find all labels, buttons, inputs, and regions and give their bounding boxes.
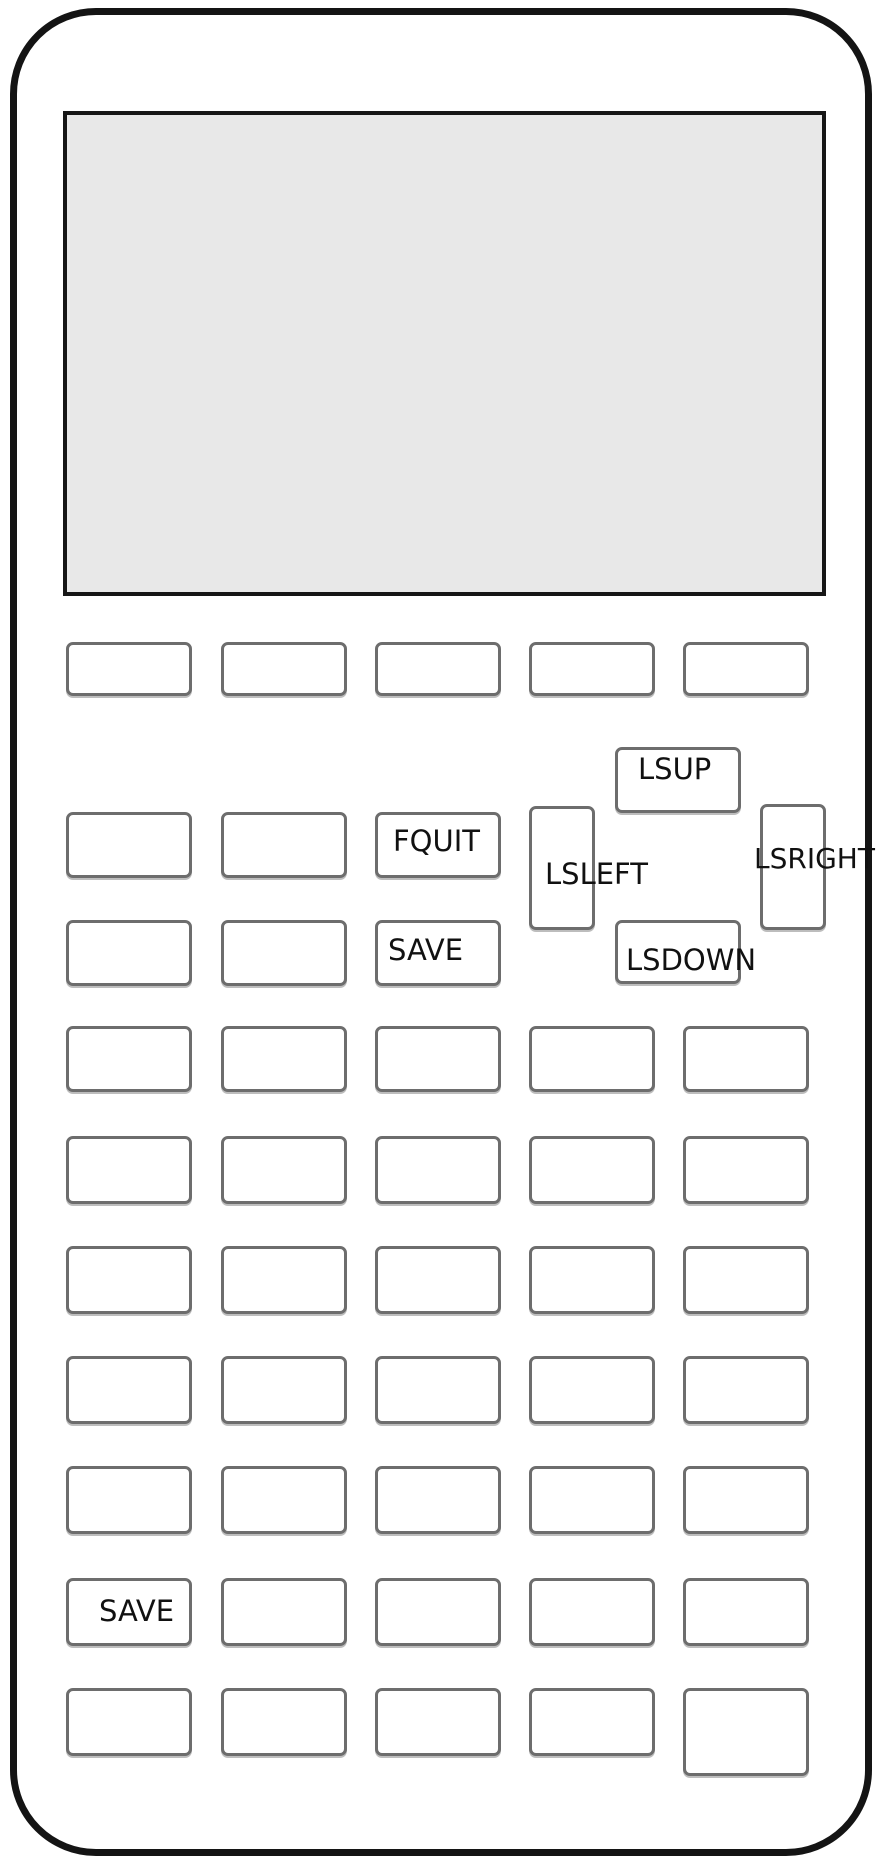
key[interactable] <box>375 1688 501 1756</box>
key[interactable] <box>66 1466 192 1534</box>
key[interactable] <box>66 920 192 986</box>
key[interactable] <box>375 1136 501 1204</box>
key[interactable] <box>221 642 347 696</box>
lsleft-key[interactable] <box>529 806 595 930</box>
key[interactable] <box>529 1136 655 1204</box>
key[interactable] <box>683 1246 809 1314</box>
key[interactable] <box>683 1688 809 1776</box>
key[interactable] <box>375 1356 501 1424</box>
key[interactable] <box>66 812 192 878</box>
key[interactable] <box>66 1688 192 1756</box>
key[interactable] <box>529 1026 655 1092</box>
key[interactable] <box>683 1026 809 1092</box>
key[interactable] <box>529 1246 655 1314</box>
key[interactable] <box>529 1688 655 1756</box>
key[interactable] <box>221 1356 347 1424</box>
lsright-key[interactable] <box>760 804 826 930</box>
save-key[interactable] <box>66 1578 192 1646</box>
key[interactable] <box>683 1578 809 1646</box>
key[interactable] <box>66 1026 192 1092</box>
key[interactable] <box>221 1026 347 1092</box>
key[interactable] <box>529 1466 655 1534</box>
key[interactable] <box>66 1356 192 1424</box>
calculator-screen <box>63 111 826 596</box>
key[interactable] <box>529 1578 655 1646</box>
lsdown-key[interactable] <box>615 920 741 984</box>
key[interactable] <box>375 642 501 696</box>
key[interactable] <box>683 1356 809 1424</box>
key[interactable] <box>375 1026 501 1092</box>
key[interactable] <box>221 920 347 986</box>
key[interactable] <box>221 1688 347 1756</box>
key[interactable] <box>375 1466 501 1534</box>
key[interactable] <box>221 1246 347 1314</box>
key[interactable] <box>683 642 809 696</box>
key[interactable] <box>529 642 655 696</box>
key[interactable] <box>66 1246 192 1314</box>
key[interactable] <box>683 1136 809 1204</box>
key[interactable] <box>221 1466 347 1534</box>
key[interactable] <box>375 1578 501 1646</box>
key[interactable] <box>683 1466 809 1534</box>
key[interactable] <box>529 1356 655 1424</box>
key[interactable] <box>221 1136 347 1204</box>
save-key[interactable] <box>375 920 501 986</box>
fquit-key[interactable] <box>375 812 501 878</box>
key[interactable] <box>66 642 192 696</box>
lsup-key[interactable] <box>615 747 741 813</box>
key[interactable] <box>375 1246 501 1314</box>
key[interactable] <box>221 812 347 878</box>
key[interactable] <box>221 1578 347 1646</box>
key[interactable] <box>66 1136 192 1204</box>
